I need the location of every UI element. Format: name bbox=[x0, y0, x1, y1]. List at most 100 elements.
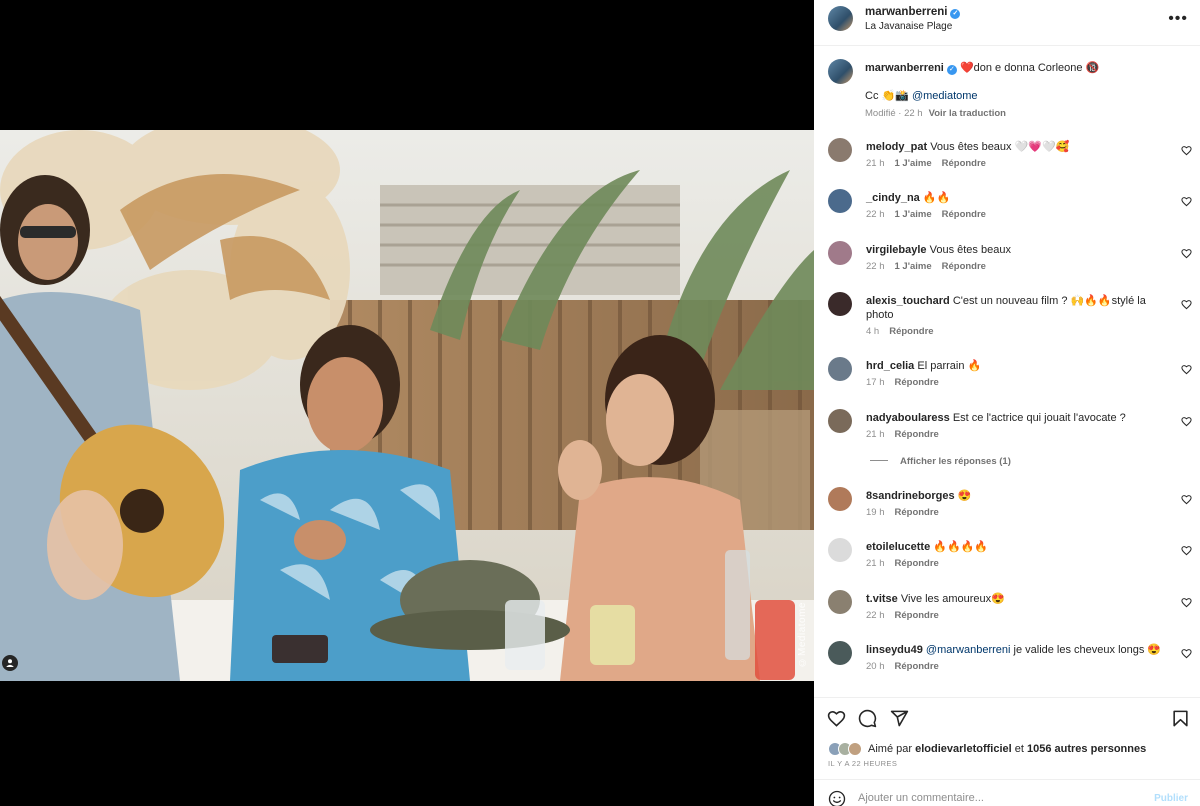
comment-avatar[interactable] bbox=[828, 292, 852, 316]
like-comment-heart-icon[interactable] bbox=[1181, 196, 1192, 207]
reply-button[interactable]: Répondre bbox=[942, 209, 986, 220]
comment-time: 19 h bbox=[866, 507, 885, 518]
emoji-icon[interactable] bbox=[828, 790, 846, 806]
translate-link[interactable]: Voir la traduction bbox=[929, 108, 1006, 119]
reply-button[interactable]: Répondre bbox=[895, 377, 939, 388]
comment-username[interactable]: t.vitse bbox=[866, 593, 898, 605]
likes-text: Aimé par elodievarletofficiel et 1056 au… bbox=[868, 743, 1146, 755]
reply-button[interactable]: Répondre bbox=[895, 507, 939, 518]
comment-time: 21 h bbox=[866, 158, 885, 169]
comment-meta: 17 h Répondre bbox=[866, 377, 949, 388]
reply-button[interactable]: Répondre bbox=[895, 661, 939, 672]
reply-button[interactable]: Répondre bbox=[895, 429, 939, 440]
comment-avatar[interactable] bbox=[828, 538, 852, 562]
comment-text: 🔥🔥🔥🔥 bbox=[933, 541, 989, 553]
like-comment-heart-icon[interactable] bbox=[1181, 494, 1192, 505]
comment-avatar[interactable] bbox=[828, 590, 852, 614]
author-avatar[interactable] bbox=[828, 6, 853, 31]
comment-body: linseydu49 @marwanberreni je valide les … bbox=[866, 643, 1166, 657]
comment-avatar[interactable] bbox=[828, 138, 852, 162]
comment-text: Vous êtes beaux bbox=[929, 244, 1011, 256]
like-comment-heart-icon[interactable] bbox=[1181, 545, 1192, 556]
add-comment-bar: Publier bbox=[814, 779, 1200, 806]
comment-username[interactable]: linseydu49 bbox=[866, 644, 923, 656]
comment-meta: 21 h Répondre bbox=[866, 558, 949, 569]
reply-button[interactable]: Répondre bbox=[942, 158, 986, 169]
comment-mention[interactable]: @marwanberreni bbox=[926, 644, 1011, 656]
comment-username[interactable]: _cindy_na bbox=[866, 192, 920, 204]
comment-avatar[interactable] bbox=[828, 189, 852, 213]
comment-body: _cindy_na 🔥🔥 bbox=[866, 191, 1166, 205]
liked-by-others[interactable]: 1056 autres personnes bbox=[1027, 743, 1146, 755]
liker-avatar bbox=[848, 742, 862, 756]
caption-mention[interactable]: @mediatome bbox=[912, 90, 978, 102]
caption-username[interactable]: marwanberreni bbox=[865, 62, 944, 74]
liked-by-user[interactable]: elodievarletofficiel bbox=[915, 743, 1012, 755]
comment-meta: 22 h 1 J'aime Répondre bbox=[866, 261, 996, 272]
comment-body: melody_pat Vous êtes beaux 🤍💗🤍🥰 bbox=[866, 140, 1166, 154]
post-location[interactable]: La Javanaise Plage bbox=[865, 21, 952, 32]
caption-avatar[interactable] bbox=[828, 59, 853, 84]
reply-button[interactable]: Répondre bbox=[895, 610, 939, 621]
comment-meta: 22 h Répondre bbox=[866, 610, 949, 621]
comment-likes[interactable]: 1 J'aime bbox=[895, 261, 932, 272]
comment-input[interactable] bbox=[858, 792, 1138, 804]
like-comment-heart-icon[interactable] bbox=[1181, 248, 1192, 259]
comment-username[interactable]: virgilebayle bbox=[866, 244, 927, 256]
like-comment-heart-icon[interactable] bbox=[1181, 299, 1192, 310]
comment-likes[interactable]: 1 J'aime bbox=[895, 209, 932, 220]
comment-username[interactable]: 8sandrineborges bbox=[866, 490, 955, 502]
like-comment-heart-icon[interactable] bbox=[1181, 364, 1192, 375]
reply-button[interactable]: Répondre bbox=[889, 326, 933, 337]
comment-username[interactable]: nadyaboularess bbox=[866, 412, 950, 424]
caption-line2-prefix: Cc 👏📸 bbox=[865, 90, 909, 102]
like-comment-heart-icon[interactable] bbox=[1181, 416, 1192, 427]
comment-avatar[interactable] bbox=[828, 641, 852, 665]
comment-icon[interactable] bbox=[858, 709, 877, 728]
comment-time: 20 h bbox=[866, 661, 885, 672]
post-header: marwanberreni ✓ La Javanaise Plage ••• bbox=[814, 0, 1200, 46]
comment-body: t.vitse Vive les amoureux😍 bbox=[866, 592, 1166, 606]
comment-avatar[interactable] bbox=[828, 357, 852, 381]
comment-username[interactable]: hrd_celia bbox=[866, 360, 914, 372]
caption-line-1: marwanberreni ✓ ❤️don e donna Corleone 🔞 bbox=[865, 61, 1099, 75]
share-icon[interactable] bbox=[890, 709, 909, 728]
heart-icon[interactable] bbox=[827, 709, 846, 728]
comment-meta: 21 h 1 J'aime Répondre bbox=[866, 158, 996, 169]
comment-time: 4 h bbox=[866, 326, 880, 337]
caption-text: ❤️don e donna Corleone 🔞 bbox=[959, 62, 1100, 74]
comment-text: 😍 bbox=[957, 490, 972, 502]
photo-illustration bbox=[0, 130, 814, 681]
like-comment-heart-icon[interactable] bbox=[1181, 597, 1192, 608]
comment-username[interactable]: etoilelucette bbox=[866, 541, 930, 553]
like-comment-heart-icon[interactable] bbox=[1181, 145, 1192, 156]
caption-edited: Modifié · 22 h bbox=[865, 108, 923, 119]
post-photo[interactable]: ©Mediatome bbox=[0, 130, 814, 681]
verified-badge-icon: ✓ bbox=[946, 65, 957, 75]
comment-avatar[interactable] bbox=[828, 241, 852, 265]
user-tag-icon[interactable] bbox=[2, 655, 18, 671]
comment-time: 21 h bbox=[866, 558, 885, 569]
bookmark-icon[interactable] bbox=[1171, 709, 1190, 728]
comment-username[interactable]: alexis_touchard bbox=[866, 295, 950, 307]
post-media: ©Mediatome bbox=[0, 0, 814, 806]
comment-text: El parrain 🔥 bbox=[917, 360, 982, 372]
view-replies-button[interactable]: Afficher les réponses (1) bbox=[870, 456, 1011, 467]
like-comment-heart-icon[interactable] bbox=[1181, 648, 1192, 659]
likers-avatars[interactable] bbox=[828, 742, 862, 756]
more-horizontal-icon[interactable]: ••• bbox=[1168, 11, 1188, 27]
author-username[interactable]: marwanberreni bbox=[865, 6, 947, 18]
comment-avatar[interactable] bbox=[828, 409, 852, 433]
comment-time: 22 h bbox=[866, 209, 885, 220]
post-timestamp: IL Y A 22 HEURES bbox=[828, 759, 898, 768]
comment-avatar[interactable] bbox=[828, 487, 852, 511]
comment-username[interactable]: melody_pat bbox=[866, 141, 927, 153]
reply-button[interactable]: Répondre bbox=[895, 558, 939, 569]
reply-button[interactable]: Répondre bbox=[942, 261, 986, 272]
comment-likes[interactable]: 1 J'aime bbox=[895, 158, 932, 169]
author-username-row[interactable]: marwanberreni ✓ bbox=[865, 6, 961, 19]
publish-button[interactable]: Publier bbox=[1154, 793, 1188, 804]
likes-summary: Aimé par elodievarletofficiel et 1056 au… bbox=[828, 742, 1146, 756]
comment-body: etoilelucette 🔥🔥🔥🔥 bbox=[866, 540, 1166, 554]
photo-watermark: ©Mediatome bbox=[797, 601, 808, 667]
